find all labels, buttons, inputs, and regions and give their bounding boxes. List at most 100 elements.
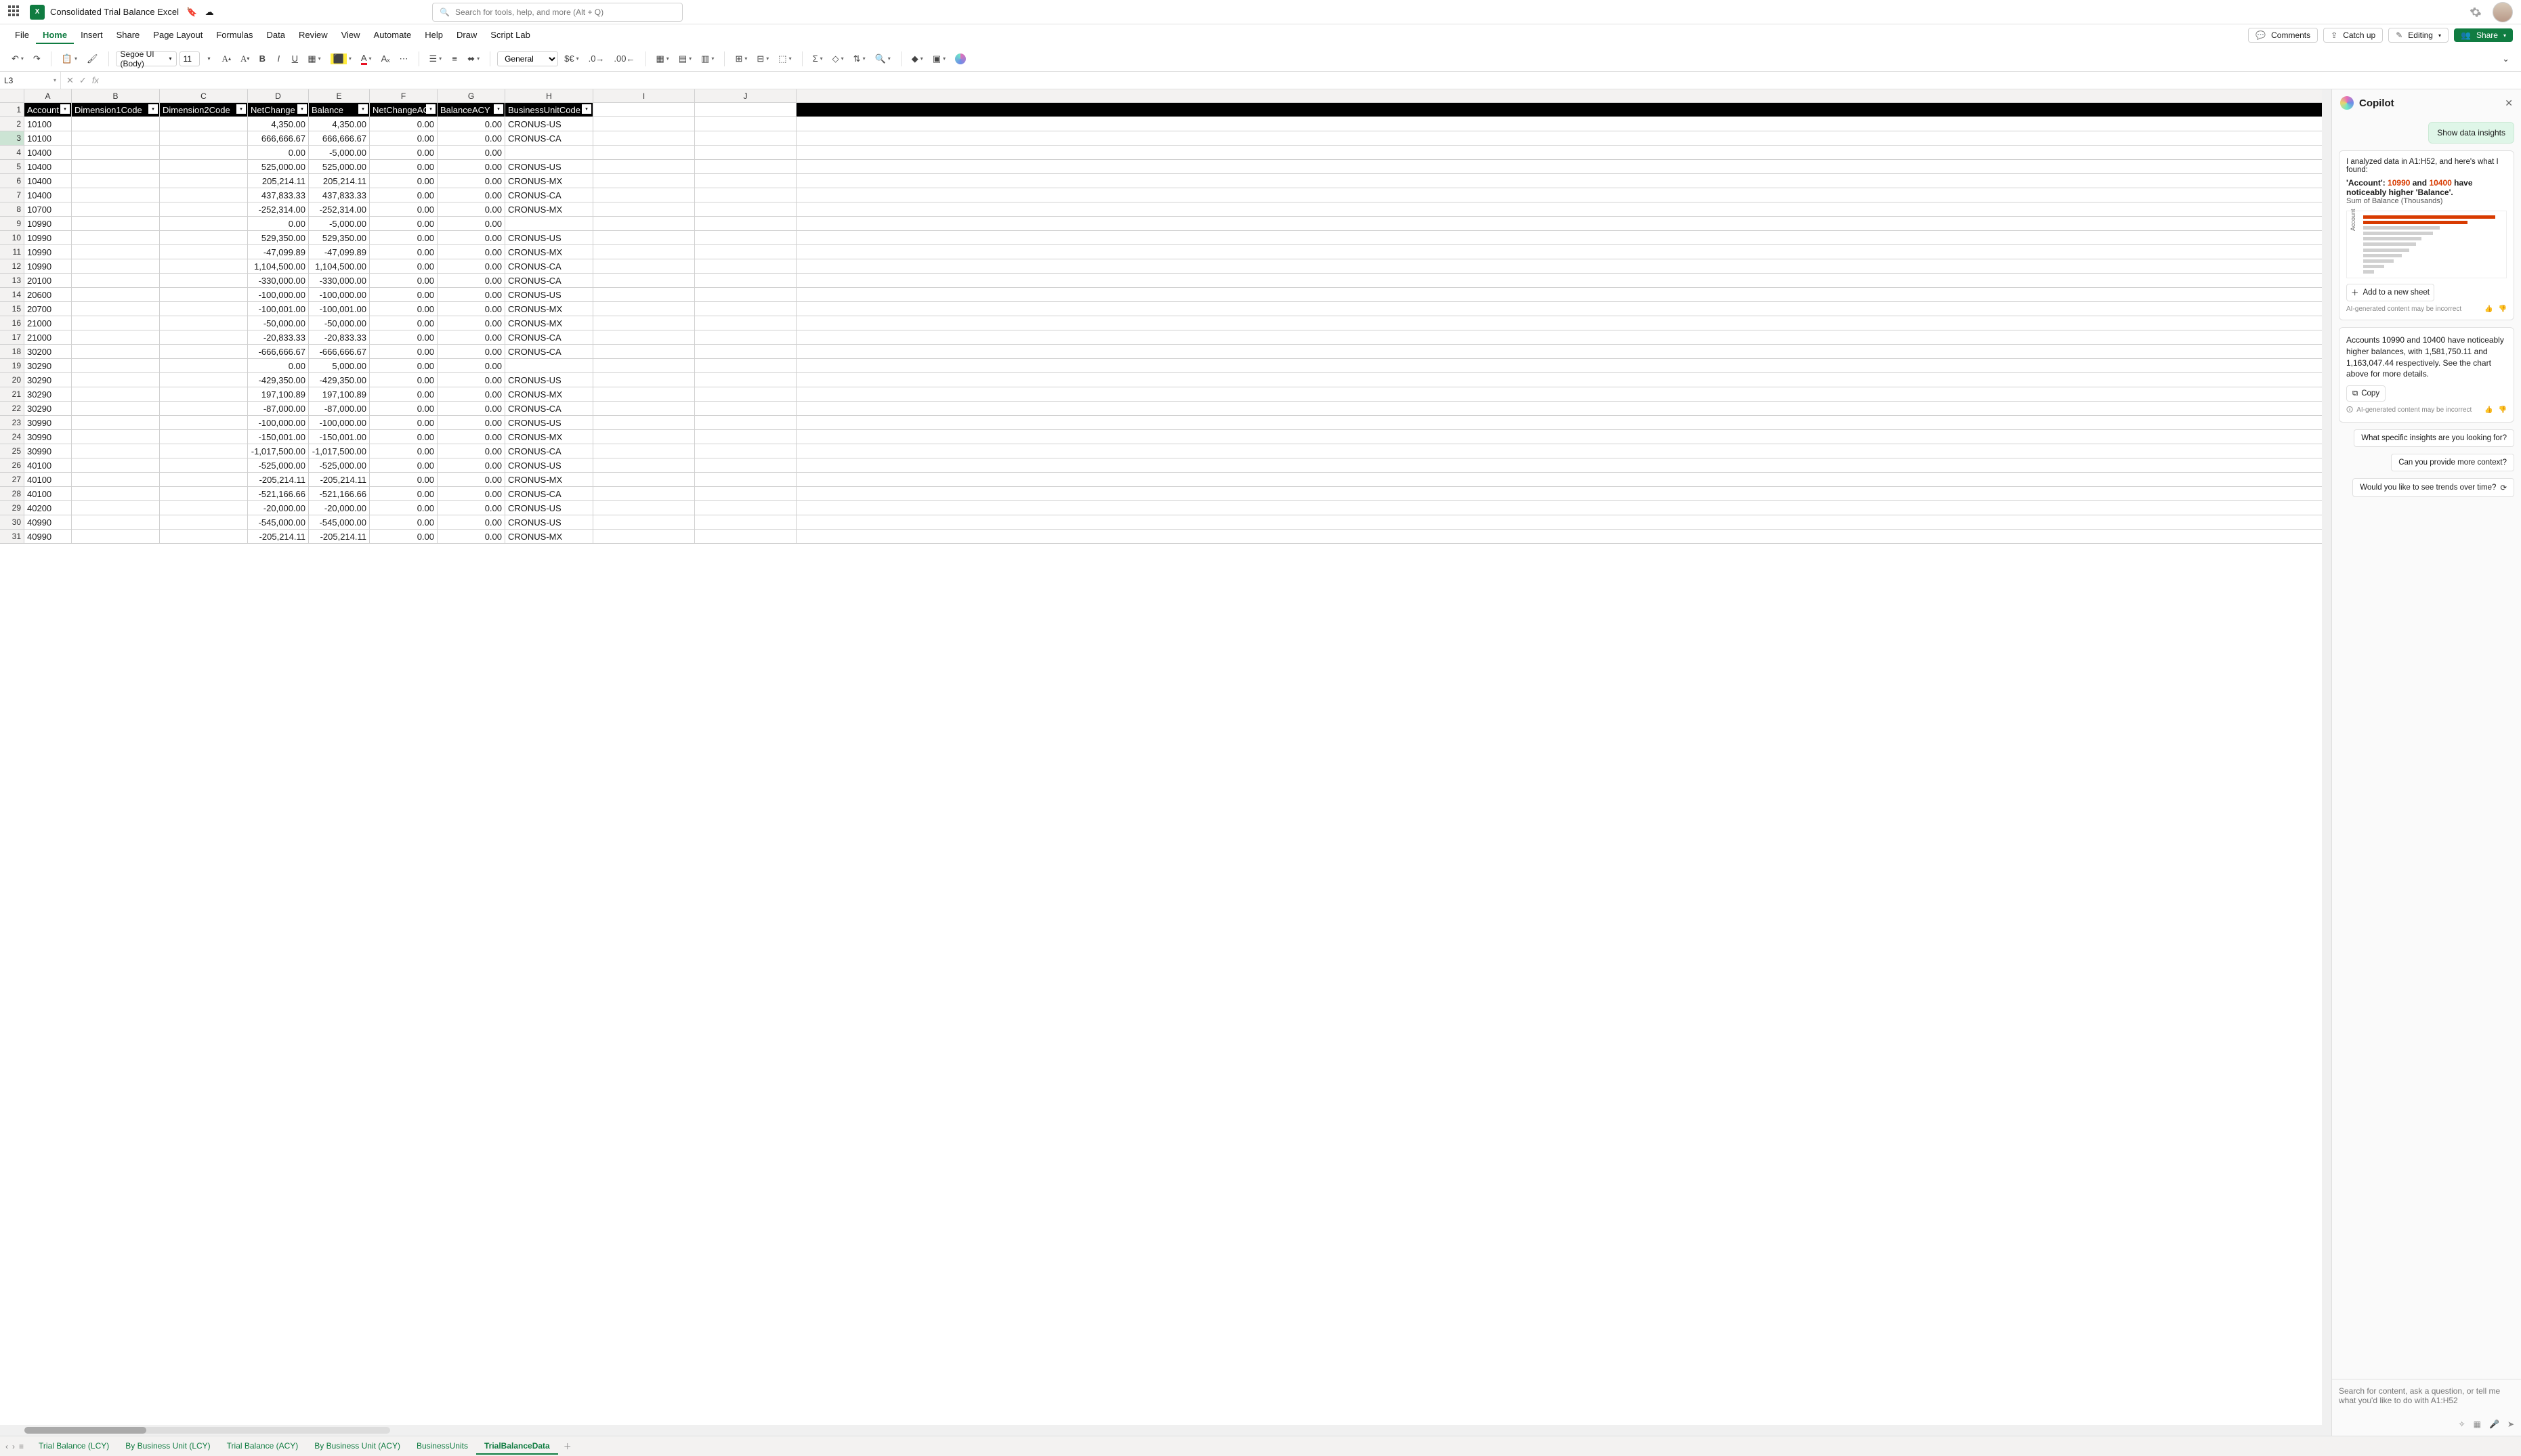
editing-mode-button[interactable]: ✎Editing▾	[2388, 28, 2449, 43]
cell-J18[interactable]	[695, 345, 797, 358]
cell-A6[interactable]: 10400	[24, 174, 72, 188]
cell-E29[interactable]: -20,000.00	[309, 501, 370, 515]
cell-I17[interactable]	[593, 330, 695, 344]
cell-B21[interactable]	[72, 387, 160, 401]
cell-J11[interactable]	[695, 245, 797, 259]
cell-F25[interactable]: 0.00	[370, 444, 438, 458]
cell-D3[interactable]: 666,666.67	[248, 131, 309, 145]
cell-C4[interactable]	[160, 146, 248, 159]
format-painter-button[interactable]: 🖌	[83, 51, 102, 67]
cell-J19[interactable]	[695, 359, 797, 372]
cell-E3[interactable]: 666,666.67	[309, 131, 370, 145]
font-color-button[interactable]: A	[358, 51, 375, 67]
menu-file[interactable]: File	[8, 27, 36, 44]
cell-H10[interactable]: CRONUS-US	[505, 231, 593, 244]
table-format-button[interactable]: ▦	[653, 51, 673, 67]
thumbs-up-icon[interactable]: 👍	[2484, 406, 2493, 415]
sparkle-icon[interactable]: ✧	[2459, 1419, 2465, 1429]
menu-help[interactable]: Help	[418, 27, 450, 44]
borders-button[interactable]: ▦	[304, 51, 324, 67]
cell-A30[interactable]: 40990	[24, 515, 72, 529]
mic-icon[interactable]: 🎤	[2489, 1419, 2499, 1429]
font-family-select[interactable]: Segoe UI (Body)▾	[116, 51, 177, 66]
delete-cells-button[interactable]: ⊟	[753, 51, 772, 67]
filter-icon[interactable]: ▾	[358, 104, 368, 114]
row-header[interactable]: 28	[0, 487, 24, 500]
filter-icon[interactable]: ▾	[236, 104, 246, 114]
cell-I14[interactable]	[593, 288, 695, 301]
add-sheet-button[interactable]: ＋	[558, 1438, 577, 1455]
sheet-tab-trial-balance-lcy-[interactable]: Trial Balance (LCY)	[30, 1438, 117, 1455]
cell-A21[interactable]: 30290	[24, 387, 72, 401]
cell-G25[interactable]: 0.00	[438, 444, 505, 458]
cell-B16[interactable]	[72, 316, 160, 330]
cell-F24[interactable]: 0.00	[370, 430, 438, 444]
copilot-input[interactable]	[2339, 1386, 2514, 1413]
cell-D23[interactable]: -100,000.00	[248, 416, 309, 429]
settings-icon[interactable]	[2470, 6, 2482, 18]
cell-J15[interactable]	[695, 302, 797, 316]
cell-A5[interactable]: 10400	[24, 160, 72, 173]
cell-C9[interactable]	[160, 217, 248, 230]
column-header-G[interactable]: G	[438, 89, 505, 102]
cell-H3[interactable]: CRONUS-CA	[505, 131, 593, 145]
cell-G24[interactable]: 0.00	[438, 430, 505, 444]
underline-button[interactable]: U	[288, 51, 301, 67]
cell-A10[interactable]: 10990	[24, 231, 72, 244]
sensitivity-icon[interactable]: 🔖	[186, 6, 198, 18]
cell-D5[interactable]: 525,000.00	[248, 160, 309, 173]
cell-A16[interactable]: 21000	[24, 316, 72, 330]
search-input[interactable]: 🔍 Search for tools, help, and more (Alt …	[432, 3, 683, 22]
cell-G16[interactable]: 0.00	[438, 316, 505, 330]
cell-J16[interactable]	[695, 316, 797, 330]
cell-B7[interactable]	[72, 188, 160, 202]
comments-button[interactable]: 💬Comments	[2248, 28, 2318, 43]
cell-H26[interactable]: CRONUS-US	[505, 458, 593, 472]
cell-E10[interactable]: 529,350.00	[309, 231, 370, 244]
cell-B30[interactable]	[72, 515, 160, 529]
cell-A25[interactable]: 30990	[24, 444, 72, 458]
sheet-tab-by-business-unit-acy-[interactable]: By Business Unit (ACY)	[306, 1438, 408, 1455]
row-header[interactable]: 15	[0, 302, 24, 316]
cell-E11[interactable]: -47,099.89	[309, 245, 370, 259]
share-button[interactable]: 👥Share▾	[2454, 28, 2513, 42]
merge-button[interactable]: ⬌	[464, 51, 483, 67]
cell-F8[interactable]: 0.00	[370, 202, 438, 216]
menu-draw[interactable]: Draw	[450, 27, 484, 44]
cell-G2[interactable]: 0.00	[438, 117, 505, 131]
cell-E26[interactable]: -525,000.00	[309, 458, 370, 472]
cell-J20[interactable]	[695, 373, 797, 387]
cell-D19[interactable]: 0.00	[248, 359, 309, 372]
cell-E31[interactable]: -205,214.11	[309, 530, 370, 543]
cell-H7[interactable]: CRONUS-CA	[505, 188, 593, 202]
menu-data[interactable]: Data	[260, 27, 292, 44]
sort-filter-button[interactable]: ⇅	[850, 51, 869, 67]
cell-B17[interactable]	[72, 330, 160, 344]
cell-I30[interactable]	[593, 515, 695, 529]
ribbon-expand-button[interactable]: ⌄	[2499, 51, 2513, 67]
document-title[interactable]: Consolidated Trial Balance Excel	[50, 7, 179, 17]
cell-C25[interactable]	[160, 444, 248, 458]
column-header-E[interactable]: E	[309, 89, 370, 102]
column-header-A[interactable]: A	[24, 89, 72, 102]
cell-D12[interactable]: 1,104,500.00	[248, 259, 309, 273]
suggestion-2[interactable]: Can you provide more context?	[2391, 454, 2514, 471]
cell-D29[interactable]: -20,000.00	[248, 501, 309, 515]
cell-D10[interactable]: 529,350.00	[248, 231, 309, 244]
increase-decimal-button[interactable]: .0→	[585, 51, 608, 67]
cell-D22[interactable]: -87,000.00	[248, 402, 309, 415]
cell-H4[interactable]	[505, 146, 593, 159]
cell-J4[interactable]	[695, 146, 797, 159]
cell-J12[interactable]	[695, 259, 797, 273]
cell-F18[interactable]: 0.00	[370, 345, 438, 358]
cell-A7[interactable]: 10400	[24, 188, 72, 202]
cell-D20[interactable]: -429,350.00	[248, 373, 309, 387]
cell-A8[interactable]: 10700	[24, 202, 72, 216]
cell-styles-button[interactable]: ▤	[675, 51, 695, 67]
cell-F26[interactable]: 0.00	[370, 458, 438, 472]
cell-B8[interactable]	[72, 202, 160, 216]
align-button[interactable]: ☰	[426, 51, 446, 67]
cell-F9[interactable]: 0.00	[370, 217, 438, 230]
cell-B4[interactable]	[72, 146, 160, 159]
cell-E6[interactable]: 205,214.11	[309, 174, 370, 188]
